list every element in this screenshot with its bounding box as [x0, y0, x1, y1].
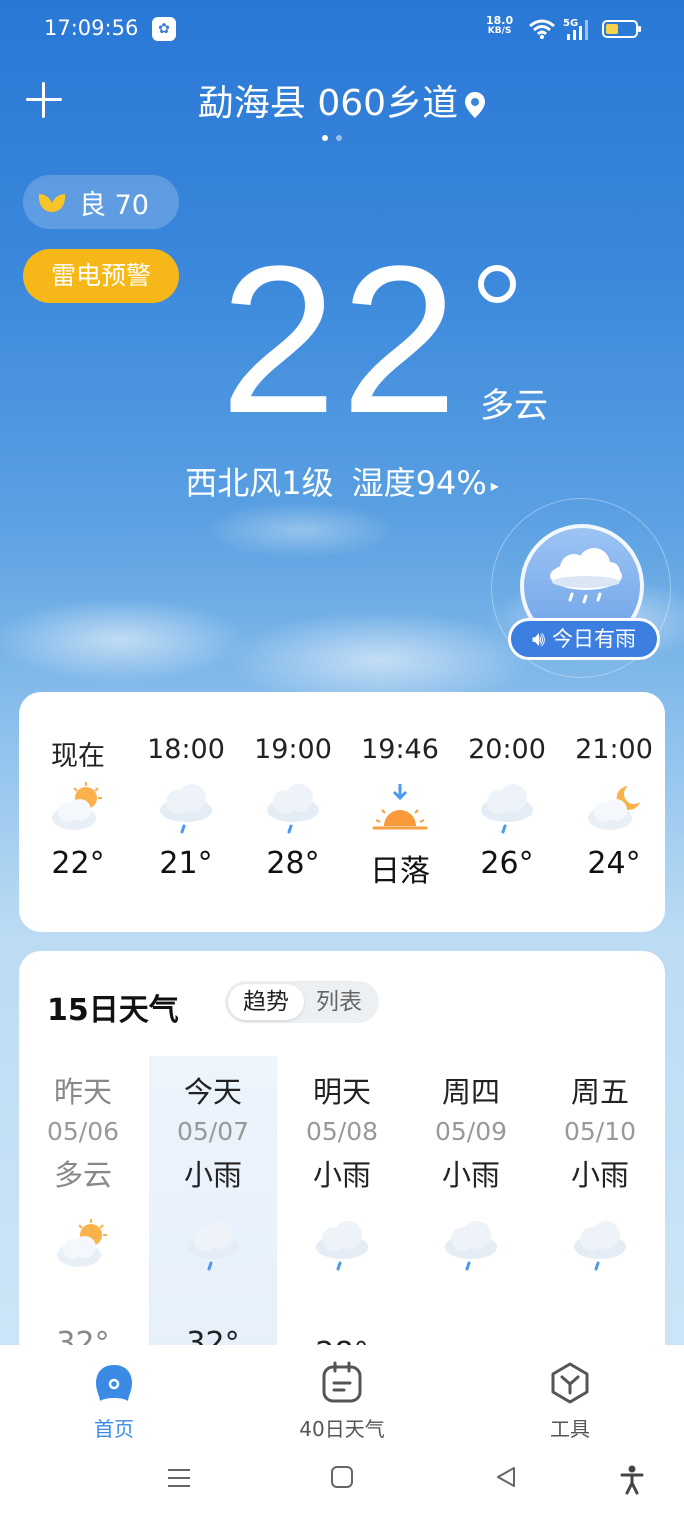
day-date: 05/10 — [563, 1117, 637, 1146]
hourly-time: 19:46 — [361, 734, 439, 765]
wind-label: 西北风1级 — [185, 464, 334, 502]
light-rain-icon — [238, 770, 348, 846]
signal-5g-icon: 5G — [563, 18, 588, 40]
leaf-icon — [38, 194, 66, 212]
status-time: 17:09:56 — [44, 16, 139, 40]
accessibility-icon[interactable] — [620, 1465, 644, 1495]
bottom-navigation: 首页 40日天气 工具 — [0, 1345, 684, 1513]
home-icon — [44, 1353, 184, 1413]
location-name: 勐海县 060乡道 — [197, 83, 459, 124]
day-name: 周四 — [441, 1075, 500, 1109]
hourly-time: 20:00 — [468, 734, 546, 765]
nav-label: 工具 — [550, 1417, 590, 1441]
partly-cloudy-icon — [23, 770, 133, 846]
light-rain-icon — [407, 1200, 535, 1290]
day-name: 周五 — [570, 1075, 629, 1109]
chevron-right-icon: ▸ — [490, 475, 499, 495]
cloudy-night-icon — [559, 770, 669, 846]
daily-item[interactable]: 周四 05/09 小雨 — [407, 1069, 535, 1366]
day-name: 昨天 — [53, 1075, 112, 1109]
back-icon[interactable] — [494, 1465, 518, 1489]
day-condition: 小雨 — [441, 1158, 500, 1192]
warning-badge[interactable]: 雷电预警 — [23, 249, 179, 303]
calendar-icon — [272, 1353, 412, 1413]
location-title[interactable]: 勐海县 060乡道 — [0, 74, 684, 126]
light-rain-icon — [536, 1200, 664, 1290]
sunset-icon — [345, 770, 455, 846]
hourly-time: 现在 — [51, 741, 105, 772]
day-condition: 小雨 — [312, 1158, 371, 1192]
light-rain-icon — [131, 770, 241, 846]
network-type: 5G — [563, 18, 578, 29]
day-date: 05/06 — [46, 1117, 120, 1146]
day-date: 05/07 — [176, 1117, 250, 1146]
day-condition: 小雨 — [570, 1158, 629, 1192]
nav-tools[interactable]: 工具 — [500, 1353, 640, 1442]
wifi-icon — [529, 19, 555, 39]
light-rain-icon — [278, 1200, 406, 1290]
system-nav-bar — [0, 1455, 684, 1505]
daily-item-today[interactable]: 今天 05/07 小雨 32° — [149, 1069, 277, 1366]
home-square-icon[interactable] — [330, 1465, 354, 1489]
toggle-trend[interactable]: 趋势 — [228, 984, 304, 1020]
degree-symbol — [478, 265, 516, 303]
day-condition: 小雨 — [183, 1158, 242, 1192]
status-bar: 17:09:56 ✿ 18.0 KB/S 5G — [0, 0, 684, 60]
page-indicator — [322, 126, 350, 145]
current-temperature: 22 — [220, 222, 462, 457]
hourly-temp: 日落 — [370, 854, 430, 889]
net-speed-value: 18.0 — [486, 14, 514, 27]
light-rain-icon — [452, 770, 562, 846]
hourly-temp: 24° — [587, 846, 641, 881]
hourly-temp: 28° — [266, 846, 320, 881]
day-name: 明天 — [312, 1075, 371, 1109]
aqi-badge[interactable]: 良 70 — [23, 175, 179, 229]
hourly-temp: 21° — [159, 846, 213, 881]
page-dot — [336, 135, 342, 141]
hourly-item[interactable]: 19:46 日落 — [345, 734, 455, 890]
daily-title: 15日天气 — [47, 993, 179, 1028]
rain-alert-pill[interactable]: 🔊︎ 今日有雨 — [508, 618, 660, 660]
hourly-time: 18:00 — [147, 734, 225, 765]
hourly-temp: 22° — [51, 846, 105, 881]
net-speed: 18.0 KB/S — [486, 14, 514, 36]
light-rain-icon — [149, 1200, 277, 1290]
aqi-label: 良 70 — [79, 189, 149, 221]
daily-item[interactable]: 明天 05/08 小雨 28° — [278, 1069, 406, 1376]
partly-cloudy-icon — [19, 1200, 147, 1290]
hourly-item[interactable]: 20:00 26° — [452, 734, 562, 881]
day-condition: 多云 — [53, 1158, 112, 1192]
toggle-list[interactable]: 列表 — [301, 984, 377, 1020]
baidu-paw-icon: ✿ — [152, 17, 176, 41]
rain-alert-label: 今日有雨 — [551, 627, 636, 651]
page-dot-active — [322, 135, 328, 141]
hourly-item[interactable]: 21:00 24° — [559, 734, 669, 881]
current-condition: 多云 — [480, 386, 548, 426]
tools-icon — [500, 1353, 640, 1413]
nav-label: 40日天气 — [299, 1417, 385, 1441]
daily-item[interactable]: 周五 05/10 小雨 — [536, 1069, 664, 1366]
day-date: 05/08 — [305, 1117, 379, 1146]
nav-label: 首页 — [94, 1417, 134, 1441]
hourly-time: 19:00 — [254, 734, 332, 765]
view-toggle[interactable]: 趋势 列表 — [225, 981, 379, 1023]
nav-home[interactable]: 首页 — [44, 1353, 184, 1442]
hourly-time: 21:00 — [575, 734, 653, 765]
day-name: 今天 — [183, 1075, 242, 1109]
humidity-label: 湿度94% — [351, 464, 487, 502]
hourly-item[interactable]: 现在 22° — [23, 734, 133, 881]
hourly-forecast-card[interactable]: 现在 22° 18:00 21° 19:00 28° 19:46 日落 20:0… — [19, 692, 665, 932]
speaker-icon: 🔊︎ — [532, 627, 546, 651]
hourly-item[interactable]: 18:00 21° — [131, 734, 241, 881]
menu-icon[interactable] — [166, 1465, 192, 1491]
hourly-item[interactable]: 19:00 28° — [238, 734, 348, 881]
hourly-temp: 26° — [480, 846, 534, 881]
net-speed-unit: KB/S — [487, 26, 512, 36]
location-pin-icon — [465, 92, 486, 118]
day-date: 05/09 — [434, 1117, 508, 1146]
daily-item[interactable]: 昨天 05/06 多云 32° — [19, 1069, 147, 1366]
battery-icon — [602, 20, 641, 38]
nav-40-day[interactable]: 40日天气 — [272, 1353, 412, 1442]
daily-forecast-card[interactable]: 15日天气 趋势 列表 昨天 05/06 多云 32° 今天 05/07 小雨 … — [19, 951, 665, 1371]
